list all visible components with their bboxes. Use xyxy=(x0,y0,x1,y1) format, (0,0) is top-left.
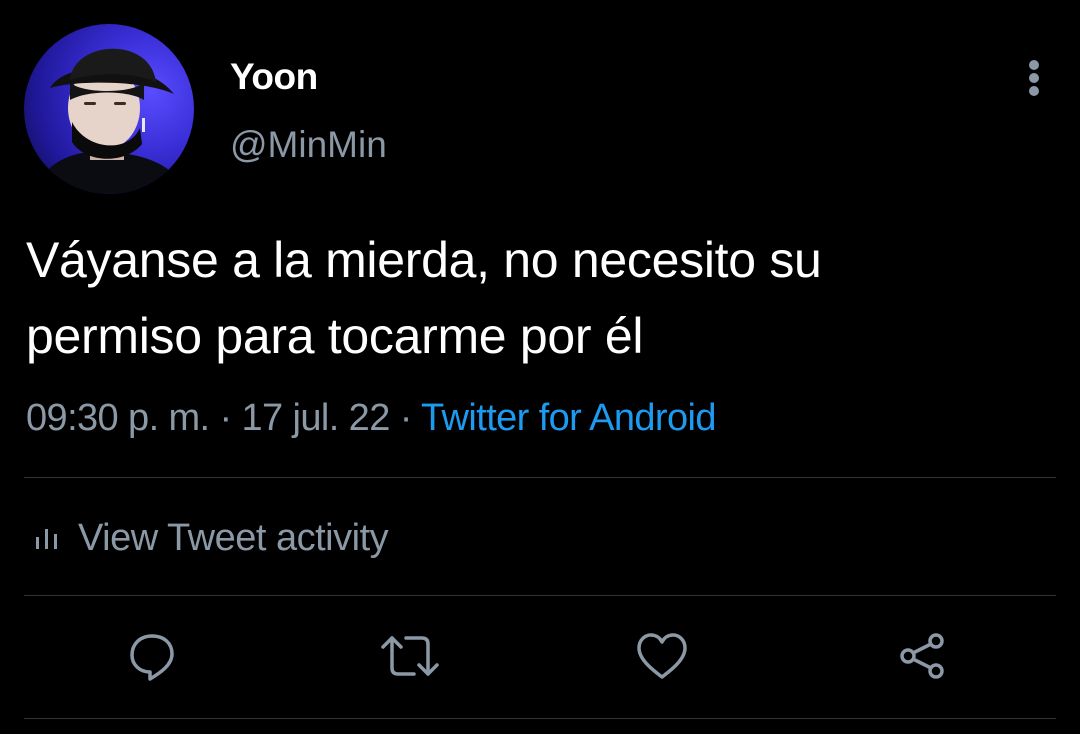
tweet-text: Váyanse a la mierda, no necesito su perm… xyxy=(26,222,1046,374)
divider xyxy=(24,477,1056,478)
tweet-time[interactable]: 09:30 p. m. xyxy=(26,397,210,439)
display-name[interactable]: Yoon xyxy=(230,54,318,100)
tweet-metadata: 09:30 p. m. · 17 jul. 22 · Twitter for A… xyxy=(26,392,716,444)
heart-icon xyxy=(637,633,687,679)
meta-separator: · xyxy=(389,397,422,439)
reply-button[interactable] xyxy=(122,626,182,686)
retweet-button[interactable] xyxy=(380,626,440,686)
more-vertical-icon xyxy=(1029,86,1039,96)
reply-icon xyxy=(130,634,174,681)
tweet-text-line: Váyanse a la mierda, no necesito su xyxy=(26,232,822,288)
more-options-button[interactable] xyxy=(1014,54,1054,98)
more-vertical-icon xyxy=(1029,60,1039,70)
avatar-image xyxy=(34,48,189,194)
divider xyxy=(24,595,1056,596)
view-tweet-activity-button[interactable]: View Tweet activity xyxy=(34,510,389,566)
tweet-text-line: permiso para tocarme por él xyxy=(26,308,644,364)
tweet-detail: Yoon @MinMin Váyanse a la mierda, no nec… xyxy=(0,0,1080,734)
view-tweet-activity-label: View Tweet activity xyxy=(78,516,389,559)
share-button[interactable] xyxy=(892,626,952,686)
bar-chart-icon xyxy=(36,529,57,549)
retweet-icon xyxy=(381,636,439,676)
tweet-date[interactable]: 17 jul. 22 xyxy=(242,397,391,439)
avatar[interactable] xyxy=(24,24,194,194)
more-vertical-icon xyxy=(1029,73,1039,83)
divider xyxy=(24,718,1056,719)
meta-separator: · xyxy=(209,397,242,439)
user-handle[interactable]: @MinMin xyxy=(230,122,387,168)
like-button[interactable] xyxy=(632,626,692,686)
share-icon xyxy=(900,633,944,679)
tweet-source-link[interactable]: Twitter for Android xyxy=(421,397,716,439)
